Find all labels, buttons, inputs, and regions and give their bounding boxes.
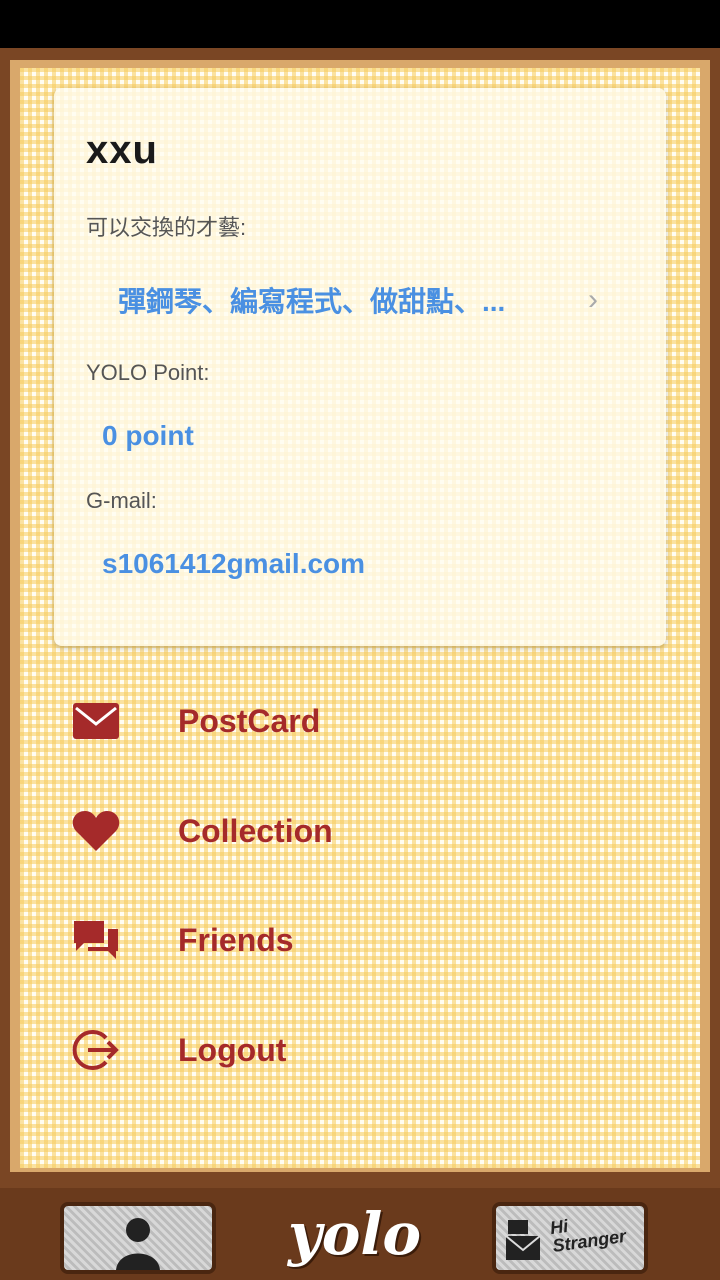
- logout-icon: [60, 1025, 132, 1075]
- menu-label-friends: Friends: [178, 921, 294, 958]
- menu-item-logout[interactable]: Logout: [60, 1015, 660, 1085]
- yolo-logo: yolo: [288, 1200, 422, 1268]
- profile-card: xxu 可以交換的才藝: 彈鋼琴、編寫程式、做甜點、... › YOLO Poi…: [54, 88, 666, 646]
- hi-stranger-text: Hi Stranger: [549, 1209, 628, 1256]
- profile-nav-button[interactable]: [60, 1202, 216, 1274]
- username: xxu: [86, 128, 158, 172]
- menu-item-postcard[interactable]: PostCard: [60, 686, 660, 756]
- menu-item-friends[interactable]: Friends: [60, 905, 660, 975]
- talents-label: 可以交換的才藝:: [86, 215, 247, 240]
- points-label: YOLO Point:: [86, 360, 210, 385]
- hi-stranger-button[interactable]: Hi Stranger: [492, 1202, 648, 1274]
- status-bar: [0, 0, 720, 48]
- talents-link[interactable]: 彈鋼琴、編寫程式、做甜點、... ›: [118, 278, 598, 322]
- envelope-icon: [505, 1220, 541, 1260]
- menu-label-collection: Collection: [178, 812, 333, 849]
- email-label: G-mail:: [86, 488, 157, 513]
- menu-label-postcard: PostCard: [178, 702, 321, 739]
- menu-item-collection[interactable]: Collection: [60, 796, 660, 866]
- talents-value: 彈鋼琴、編寫程式、做甜點、...: [118, 286, 506, 317]
- points-value: 0 point: [102, 420, 194, 451]
- chat-icon: [60, 915, 132, 965]
- person-icon: [116, 1218, 160, 1270]
- email-value: s1061412gmail.com: [102, 548, 366, 579]
- envelope-icon: [60, 696, 132, 746]
- heart-icon: [60, 806, 132, 856]
- menu-label-logout: Logout: [178, 1031, 287, 1068]
- chevron-right-icon: ›: [588, 283, 598, 316]
